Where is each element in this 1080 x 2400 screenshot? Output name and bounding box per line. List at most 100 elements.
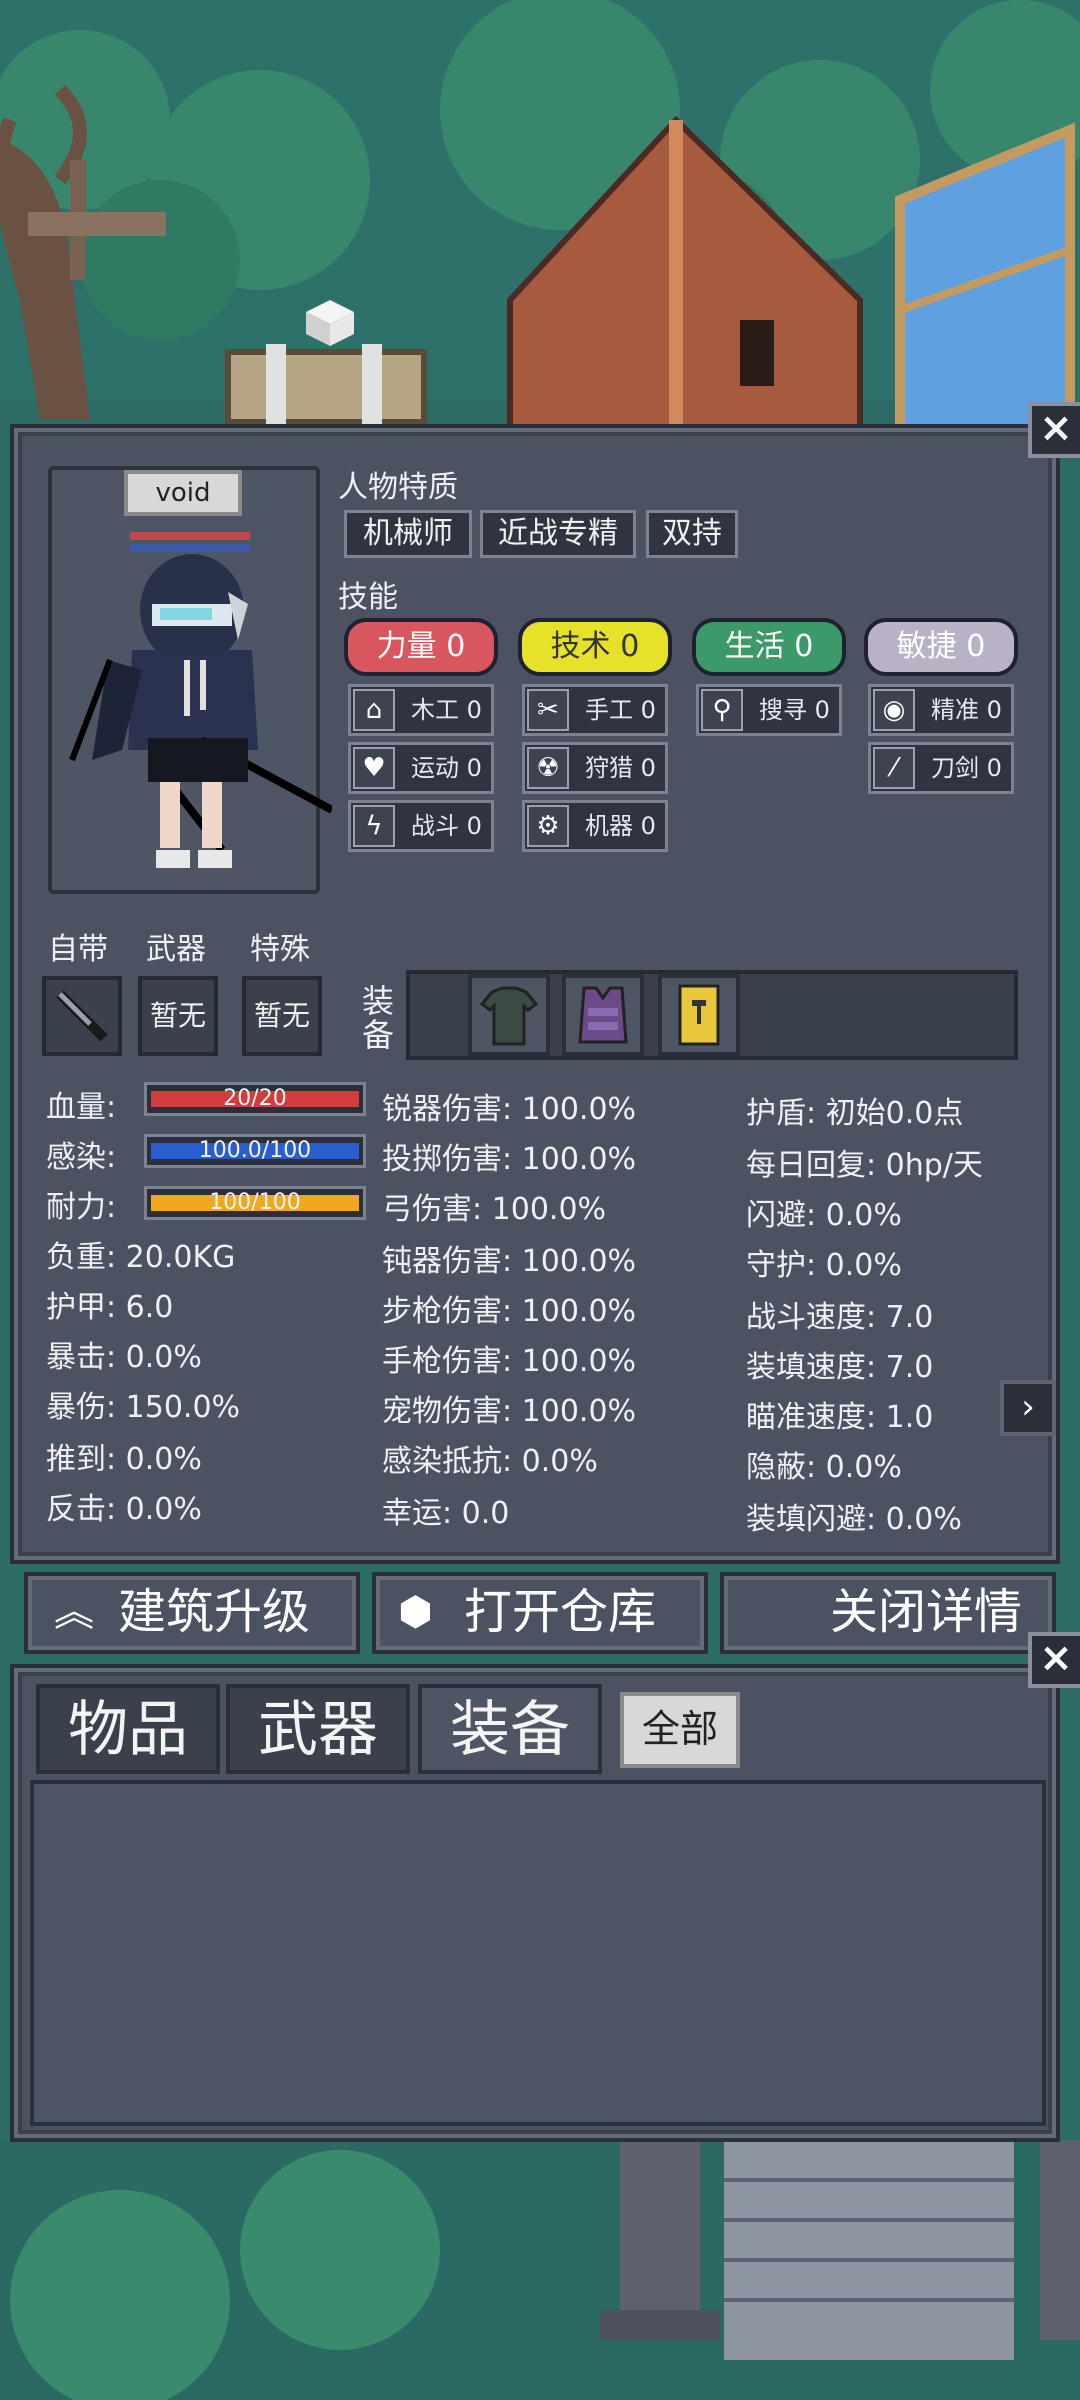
sub-skill-value: 0 <box>640 754 656 782</box>
magnifier-icon: ⚲ <box>701 689 743 731</box>
boxes-icon: ⬢ <box>398 1589 433 1635</box>
open-warehouse-label: 打开仓库 <box>464 1584 657 1640</box>
infection-value: 100.0/100 <box>198 1138 312 1163</box>
traits-title: 人物特质 <box>338 470 458 505</box>
sub-skill-hunting[interactable]: ☢ 狩猎 0 <box>522 742 668 794</box>
stamina-bar: 100/100 <box>144 1186 366 1220</box>
weapon-slot[interactable]: 暂无 <box>138 976 218 1056</box>
eye-icon: ◉ <box>873 689 915 731</box>
weapon-slot-label: 武器 <box>146 932 206 967</box>
stat-rifle-damage: 步枪伤害: 100.0% <box>382 1294 637 1329</box>
filter-all-button[interactable]: 全部 <box>620 1692 740 1768</box>
heart-icon: ♥ <box>353 747 395 789</box>
skill-group-technique[interactable]: 技术 0 <box>518 618 672 676</box>
equip-slot-shirt[interactable] <box>468 974 550 1056</box>
stat-stealth: 隐蔽: 0.0% <box>746 1450 902 1485</box>
trait-badge[interactable]: 机械师 <box>344 510 472 558</box>
sub-skill-sports[interactable]: ♥ 运动 0 <box>348 742 494 794</box>
sub-skill-label: 精准 <box>931 696 979 724</box>
skills-title: 技能 <box>338 580 398 615</box>
building-upgrade-button[interactable]: ︽ 建筑升级 <box>24 1572 360 1654</box>
equip-slot-book[interactable] <box>658 974 740 1056</box>
special-slot[interactable]: 暂无 <box>242 976 322 1056</box>
stat-counter: 反击: 0.0% <box>46 1492 202 1527</box>
skill-group-value: 0 <box>794 629 814 664</box>
skill-group-label: 技术 <box>550 629 611 664</box>
skill-group-strength[interactable]: 力量 0 <box>344 618 498 676</box>
skill-group-value: 0 <box>620 629 640 664</box>
sub-skill-label: 搜寻 <box>759 696 807 724</box>
stat-pistol-damage: 手枪伤害: 100.0% <box>382 1344 637 1379</box>
stat-luck: 幸运: 0.0 <box>382 1496 510 1531</box>
skill-group-value: 0 <box>966 629 986 664</box>
tab-weapons[interactable]: 武器 <box>226 1684 410 1774</box>
stat-pet-damage: 宠物伤害: 100.0% <box>382 1394 637 1429</box>
knife-icon <box>56 990 108 1042</box>
gear-icon: ⚙ <box>527 805 569 847</box>
sub-skill-label: 狩猎 <box>585 754 633 782</box>
sub-skill-machinery[interactable]: ⚙ 机器 0 <box>522 800 668 852</box>
stat-armor: 护甲: 6.0 <box>46 1290 174 1325</box>
sub-skill-swords[interactable]: ⁄ 刀剑 0 <box>868 742 1014 794</box>
sub-skill-value: 0 <box>986 754 1002 782</box>
open-warehouse-button[interactable]: ⬢ 打开仓库 <box>372 1572 708 1654</box>
trait-badge[interactable]: 近战专精 <box>480 510 636 558</box>
special-slot-label: 特殊 <box>250 932 310 967</box>
infection-bar: 100.0/100 <box>144 1134 366 1168</box>
sub-skill-label: 战斗 <box>411 812 459 840</box>
infection-label: 感染: <box>46 1140 117 1175</box>
axe-icon: ϟ <box>353 805 395 847</box>
stat-crit-damage: 暴伤: 150.0% <box>46 1390 241 1425</box>
sub-skill-value: 0 <box>640 812 656 840</box>
stat-daily-regen: 每日回复: 0hp/天 <box>746 1148 983 1183</box>
close-inventory-button[interactable]: × <box>1028 1632 1080 1688</box>
stamina-value: 100/100 <box>209 1190 301 1215</box>
sub-skill-value: 0 <box>466 696 482 724</box>
close-detail-button[interactable]: × <box>1028 402 1080 458</box>
radiation-icon: ☢ <box>527 747 569 789</box>
sub-skill-label: 机器 <box>585 812 633 840</box>
double-chevron-up-icon: ︽ <box>54 1589 94 1635</box>
character-name-plate: void <box>124 470 242 516</box>
skill-group-label: 力量 <box>376 629 437 664</box>
skill-group-agility[interactable]: 敏捷 0 <box>864 618 1018 676</box>
stat-blunt-damage: 钝器伤害: 100.0% <box>382 1244 637 1279</box>
shirt-icon <box>479 986 539 1046</box>
vest-icon <box>578 986 628 1044</box>
book-icon <box>678 984 720 1046</box>
sub-skill-combat[interactable]: ϟ 战斗 0 <box>348 800 494 852</box>
stat-infection-resist: 感染抵抗: 0.0% <box>382 1444 598 1479</box>
sub-skill-search[interactable]: ⚲ 搜寻 0 <box>696 684 842 736</box>
next-page-button[interactable]: › <box>1000 1380 1056 1436</box>
stat-combat-speed: 战斗速度: 7.0 <box>746 1300 934 1335</box>
builtin-weapon-slot[interactable] <box>42 976 122 1056</box>
inventory-grid <box>30 1780 1046 2126</box>
stat-dodge: 闪避: 0.0% <box>746 1198 902 1233</box>
scissors-icon: ✂ <box>527 689 569 731</box>
close-details-button[interactable]: 关闭详情 <box>720 1572 1056 1654</box>
stat-knockdown: 推到: 0.0% <box>46 1442 202 1477</box>
stat-throw-damage: 投掷伤害: 100.0% <box>382 1142 637 1177</box>
stamina-label: 耐力: <box>46 1190 117 1225</box>
skill-group-label: 生活 <box>724 629 785 664</box>
house-icon: ⌂ <box>353 689 395 731</box>
stat-reload-speed: 装填速度: 7.0 <box>746 1350 934 1385</box>
sub-skill-handcraft[interactable]: ✂ 手工 0 <box>522 684 668 736</box>
sub-skill-value: 0 <box>466 754 482 782</box>
tab-equipment[interactable]: 装备 <box>418 1684 602 1774</box>
hp-value: 20/20 <box>223 1086 287 1111</box>
stat-bow-damage: 弓伤害: 100.0% <box>382 1192 607 1227</box>
stat-load: 负重: 20.0KG <box>46 1240 236 1275</box>
sub-skill-label: 运动 <box>411 754 459 782</box>
sub-skill-precision[interactable]: ◉ 精准 0 <box>868 684 1014 736</box>
sub-skill-woodwork[interactable]: ⌂ 木工 0 <box>348 684 494 736</box>
sub-skill-value: 0 <box>986 696 1002 724</box>
tab-items[interactable]: 物品 <box>36 1684 220 1774</box>
skill-group-life[interactable]: 生活 0 <box>692 618 846 676</box>
equip-slot-vest[interactable] <box>562 974 644 1056</box>
equipment-label: 装备 <box>362 982 395 1054</box>
sub-skill-value: 0 <box>640 696 656 724</box>
trait-badge[interactable]: 双持 <box>646 510 738 558</box>
sub-skill-value: 0 <box>814 696 830 724</box>
sub-skill-label: 木工 <box>411 696 459 724</box>
